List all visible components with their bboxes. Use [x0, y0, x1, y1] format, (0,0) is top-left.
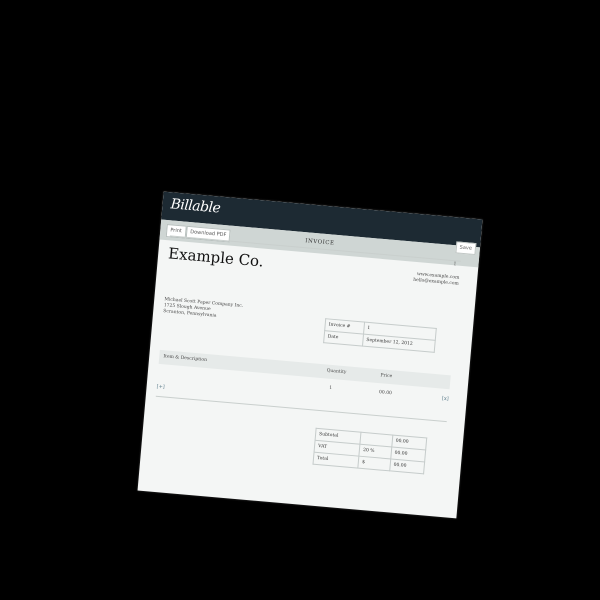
company-contact[interactable]: www.example.com hello@example.com	[413, 272, 460, 288]
meta-label: Date	[323, 330, 364, 347]
totals-label: Total	[312, 452, 360, 469]
company-name[interactable]: Example Co.	[168, 244, 265, 270]
add-row-button[interactable]: [+]	[156, 384, 165, 391]
column-header-price: Price	[380, 373, 393, 380]
invoice-window: Billable Print Download PDF Save INVOICE…	[137, 191, 483, 519]
totals-value: 00.00	[389, 458, 425, 474]
column-header-quantity: Quantity	[326, 368, 347, 376]
invoice-number-badge: 1	[453, 261, 457, 268]
item-price[interactable]: 00.00	[379, 390, 392, 396]
totals-table: Subtotal 00.00 VAT 20 % 00.00 Total $ 00…	[312, 428, 427, 475]
column-header-description: Item & Description	[163, 354, 208, 364]
bill-to-address[interactable]: Michael Scott Paper Company Inc. 1725 Sl…	[163, 297, 243, 322]
item-quantity[interactable]: 1	[329, 386, 332, 391]
app-logo: Billable	[169, 196, 221, 217]
invoice-meta-table: Invoice # 1 Date September 12, 2012	[323, 318, 437, 353]
totals-rate[interactable]: $	[357, 456, 391, 471]
delete-row-button[interactable]: [x]	[442, 396, 449, 403]
